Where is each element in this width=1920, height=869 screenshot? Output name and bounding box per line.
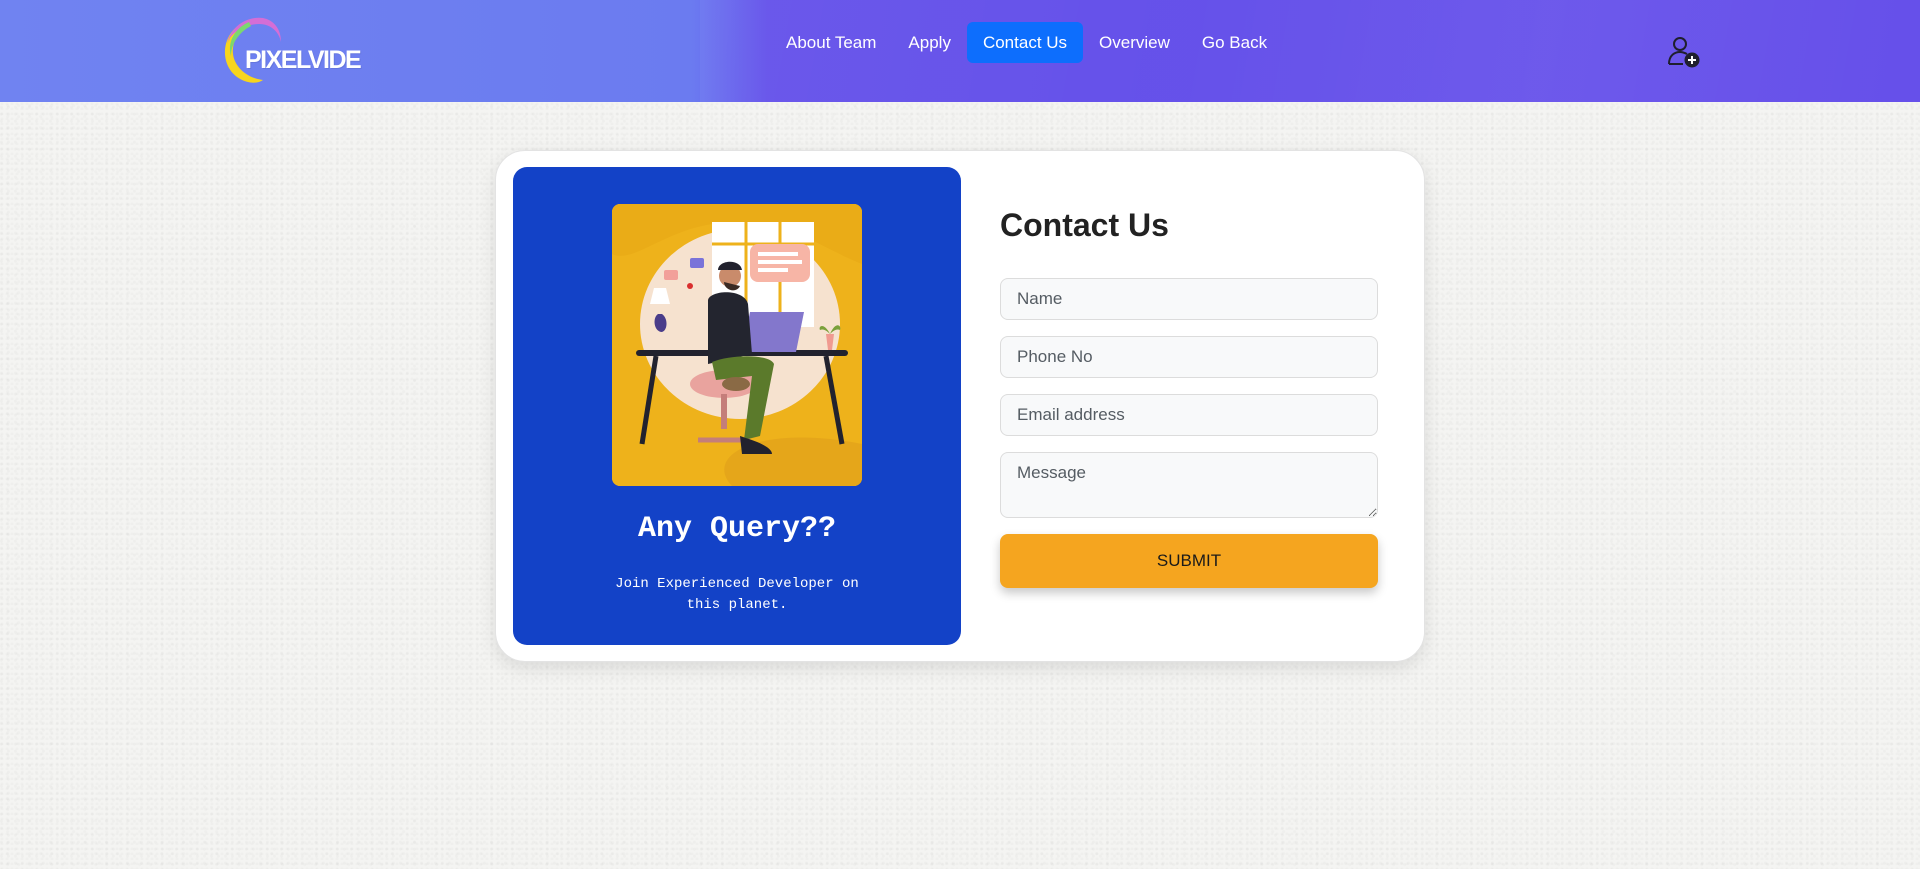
nav-about-team[interactable]: About Team bbox=[770, 22, 892, 63]
main-nav: About Team Apply Contact Us Overview Go … bbox=[770, 22, 1283, 63]
message-textarea[interactable] bbox=[1000, 452, 1378, 518]
nav-apply[interactable]: Apply bbox=[892, 22, 967, 63]
contact-card: Any Query?? Join Experienced Developer o… bbox=[495, 150, 1425, 662]
developer-illustration bbox=[612, 204, 862, 486]
submit-button[interactable]: SUBMIT bbox=[1000, 534, 1378, 588]
nav-overview[interactable]: Overview bbox=[1083, 22, 1186, 63]
query-panel: Any Query?? Join Experienced Developer o… bbox=[513, 167, 961, 645]
user-add-icon[interactable] bbox=[1667, 35, 1701, 69]
query-subtext: Join Experienced Developer on this plane… bbox=[615, 576, 859, 613]
form-title: Contact Us bbox=[1000, 207, 1169, 243]
navbar: PIXELVIDE About Team Apply Contact Us Ov… bbox=[0, 0, 1920, 102]
brand-logo[interactable]: PIXELVIDE bbox=[219, 16, 364, 86]
email-input[interactable] bbox=[1000, 394, 1378, 436]
nav-go-back[interactable]: Go Back bbox=[1186, 22, 1283, 63]
nav-contact-us[interactable]: Contact Us bbox=[966, 22, 1084, 63]
name-input[interactable] bbox=[1000, 278, 1378, 320]
logo-text: PIXELVIDE bbox=[245, 46, 362, 74]
phone-input[interactable] bbox=[1000, 336, 1378, 378]
query-heading: Any Query?? bbox=[637, 512, 837, 546]
